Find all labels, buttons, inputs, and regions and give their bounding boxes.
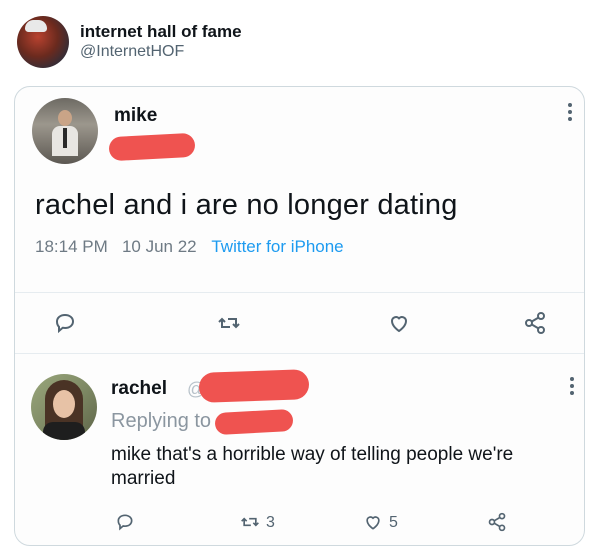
retweet-count: 3 xyxy=(266,514,275,531)
outer-handle[interactable]: @InternetHOF xyxy=(80,43,184,61)
retweet-icon xyxy=(240,512,260,532)
replying-to-label: Replying to xyxy=(111,410,212,432)
divider xyxy=(15,353,584,354)
embedded-screenshot: mike rachel and i are no longer dating 1… xyxy=(14,86,585,546)
avatar-mike xyxy=(32,98,98,164)
retweet-icon xyxy=(217,311,241,335)
more-icon xyxy=(568,103,574,124)
share-icon xyxy=(523,311,547,335)
tweet-time: 18:14 PM xyxy=(35,237,108,256)
reply-author-name: rachel xyxy=(111,378,167,399)
divider xyxy=(15,292,584,293)
tweet-author-name: mike xyxy=(114,105,158,126)
redaction-mark xyxy=(198,369,310,403)
reply-icon xyxy=(115,512,135,532)
like-icon xyxy=(363,512,383,532)
like-icon xyxy=(387,311,411,335)
avatar-rachel xyxy=(31,374,97,440)
redaction-mark xyxy=(214,408,294,436)
tweet-text: rachel and i are no longer dating xyxy=(35,189,458,221)
like-count: 5 xyxy=(389,514,398,531)
tweet-meta: 18:14 PM 10 Jun 22 Twitter for iPhone xyxy=(35,237,344,257)
reply-text: mike that's a horrible way of telling pe… xyxy=(111,444,514,489)
reply-icon xyxy=(53,311,77,335)
tweet-date: 10 Jun 22 xyxy=(121,237,197,256)
more-icon xyxy=(570,377,574,398)
tweet-source: Twitter for iPhone xyxy=(211,237,344,256)
redaction-mark xyxy=(108,132,196,162)
outer-display-name[interactable]: internet hall of fame xyxy=(80,22,242,42)
share-icon xyxy=(487,512,507,532)
avatar-internethof[interactable] xyxy=(17,16,69,68)
